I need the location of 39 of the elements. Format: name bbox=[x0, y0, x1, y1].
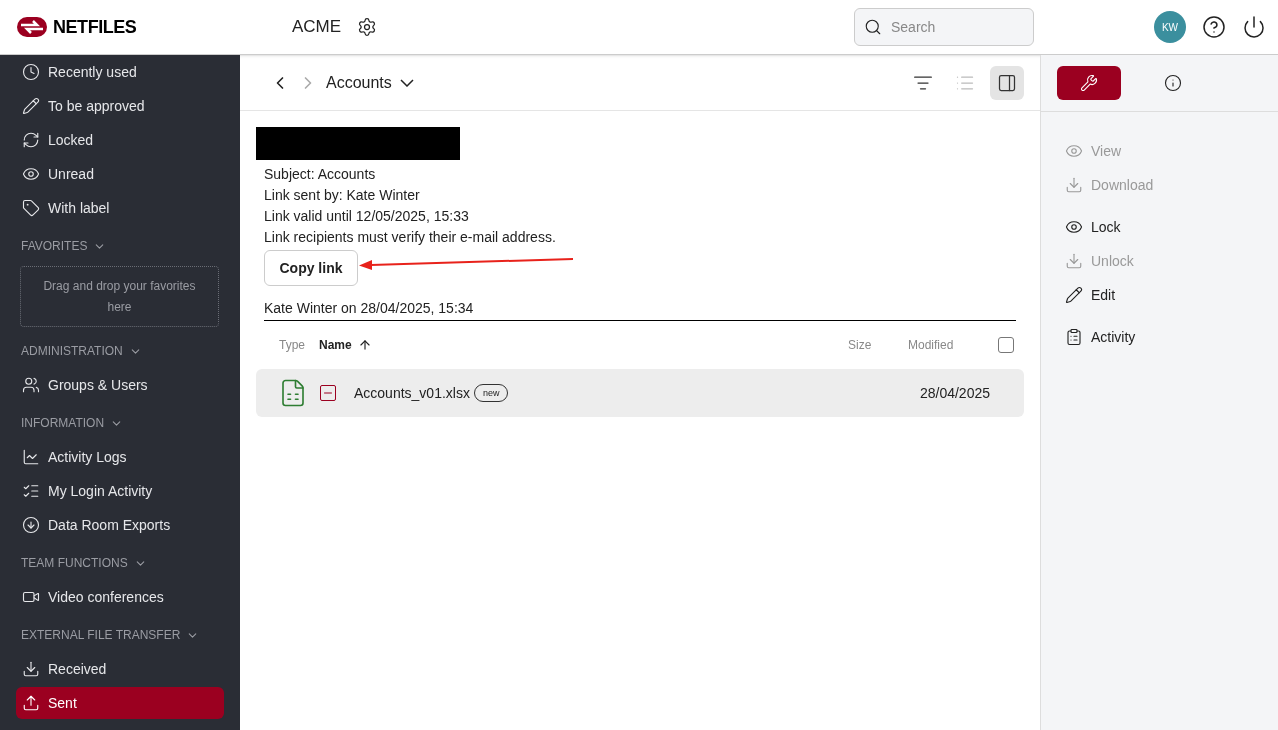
file-name: Accounts_v01.xlsx bbox=[354, 383, 470, 403]
copy-link-button[interactable]: Copy link bbox=[264, 250, 358, 286]
message-line: Link valid until 12/05/2025, 15:33 bbox=[264, 207, 470, 226]
sidebar-item[interactable]: Video conferences bbox=[16, 581, 224, 613]
column-header[interactable]: Modified bbox=[908, 336, 954, 354]
sidebar-item[interactable]: Data Room Exports bbox=[16, 509, 224, 541]
file-row[interactable]: Accounts_v01.xlsx new 28/04/2025 bbox=[256, 369, 1024, 417]
section-header[interactable]: EXTERNAL FILE TRANSFER bbox=[16, 615, 240, 651]
message-line: Subject: Accounts bbox=[264, 165, 377, 184]
column-header[interactable]: Size bbox=[848, 336, 872, 354]
sidebar-item[interactable]: With label bbox=[16, 192, 224, 224]
sidebar-item[interactable]: Activity Logs bbox=[16, 441, 224, 473]
breadcrumb-folder[interactable]: Accounts bbox=[326, 70, 414, 95]
message-line: Link sent by: Kate Winter bbox=[264, 186, 421, 205]
modified-date: 28/04/2025 bbox=[919, 383, 990, 403]
search-field[interactable]: Search bbox=[854, 8, 1034, 46]
drop-hint: Drag and drop your favorites here bbox=[42, 277, 197, 316]
action-item[interactable]: Edit bbox=[1065, 278, 1278, 312]
section-header[interactable]: TEAM FUNCTIONS bbox=[16, 543, 240, 579]
column-header[interactable]: Name bbox=[319, 336, 352, 354]
author-line: Kate Winter on 28/04/2025, 15:34 bbox=[264, 298, 1016, 321]
message-line: Link recipients must verify their e-mail address. bbox=[264, 228, 557, 247]
sidebar-item[interactable]: Recently used bbox=[16, 56, 224, 88]
sidebar-item[interactable]: Sent bbox=[16, 687, 224, 719]
action-item[interactable]: Activity bbox=[1065, 320, 1278, 354]
sidebar-item[interactable]: Groups & Users bbox=[16, 369, 224, 401]
sidebar-item[interactable]: To be approved bbox=[16, 90, 224, 122]
workspace-name: ACME bbox=[292, 16, 342, 39]
section-header[interactable]: FAVORITES bbox=[16, 226, 240, 262]
sidebar-item[interactable]: Locked bbox=[16, 124, 224, 156]
section-header[interactable]: INFORMATION bbox=[16, 403, 240, 439]
sidebar-item[interactable]: Unread bbox=[16, 158, 224, 190]
column-header[interactable]: Type bbox=[279, 336, 305, 354]
sidebar-item[interactable]: My Login Activity bbox=[16, 475, 224, 507]
user-avatar[interactable]: KW bbox=[1154, 11, 1186, 43]
section-header[interactable]: ADMINISTRATION bbox=[16, 331, 240, 367]
sidebar-item[interactable]: Received bbox=[16, 653, 224, 685]
logo-text: NETFILES bbox=[53, 15, 137, 39]
action-item[interactable]: Lock bbox=[1065, 210, 1278, 244]
